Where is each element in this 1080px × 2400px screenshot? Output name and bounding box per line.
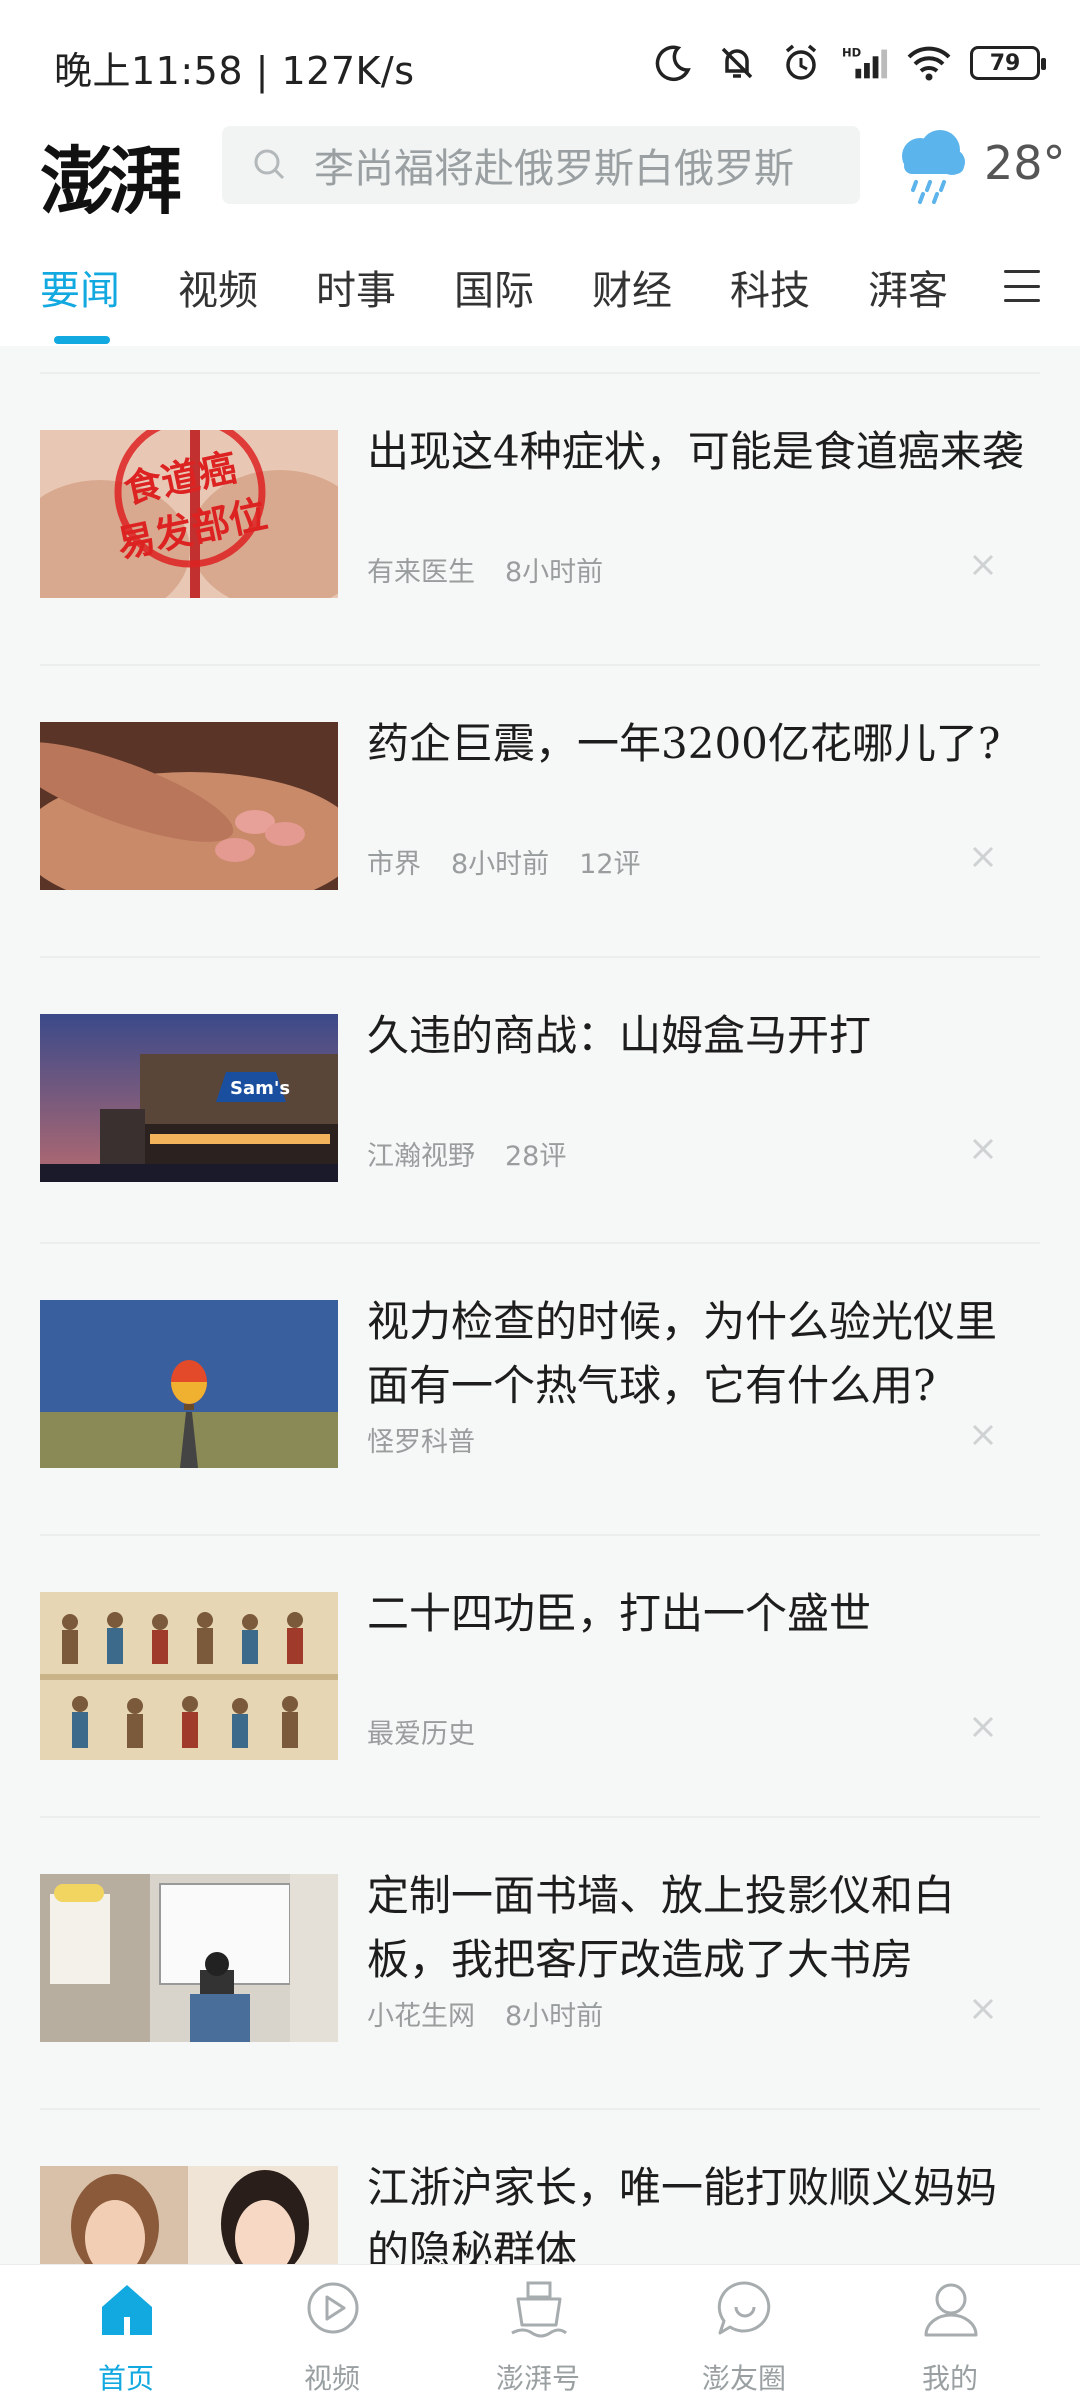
weather-rain-icon[interactable] <box>890 124 970 208</box>
app-logo[interactable]: 澎湃 <box>40 122 182 229</box>
article-source[interactable]: 最爱历史 <box>367 1719 475 1750</box>
article-thumbnail <box>40 1300 338 1468</box>
tab-keji[interactable]: 科技 <box>730 258 810 316</box>
nav-pengpaihao[interactable]: 澎湃号 <box>430 2265 646 2400</box>
signal-hd-icon: HD <box>842 40 888 86</box>
search-icon <box>254 149 285 180</box>
article-title[interactable]: 药企巨震，一年3200亿花哪儿了? <box>367 712 1027 776</box>
tab-caijing[interactable]: 财经 <box>592 258 672 316</box>
nav-pengyouquan[interactable]: 澎友圈 <box>636 2265 852 2400</box>
article-thumbnail: Sam's <box>40 1014 338 1182</box>
nav-label: 澎湃号 <box>495 2362 580 2395</box>
tab-yaowen[interactable]: 要闻 <box>40 258 120 316</box>
search-placeholder: 李尚福将赴俄罗斯白俄罗斯 <box>314 146 794 192</box>
dismiss-x-icon[interactable] <box>968 550 998 580</box>
article-thumbnail <box>40 1874 338 2042</box>
status-time: 晚上11:58 | 127K/s <box>54 49 415 93</box>
user-icon <box>924 2283 978 2337</box>
nav-label: 首页 <box>97 2362 154 2395</box>
article-time: 8小时前 <box>451 849 550 880</box>
article-title[interactable]: 久违的商战：山姆盒马开打 <box>367 1004 1027 1068</box>
dismiss-x-icon[interactable] <box>968 1994 998 2024</box>
status-icons: HD 79 <box>650 38 1046 88</box>
article-title[interactable]: 出现这4种症状，可能是食道癌来袭 <box>367 420 1027 484</box>
article-source[interactable]: 小花生网 <box>367 2001 475 2032</box>
temperature: 28° <box>984 136 1066 190</box>
article-meta: 市界 8小时前 12评 <box>367 842 671 881</box>
article-meta: 怪罗科普 <box>367 1420 505 1459</box>
article-meta: 最爱历史 <box>367 1712 505 1751</box>
article-source[interactable]: 怪罗科普 <box>367 1427 475 1458</box>
article-meta: 小花生网 8小时前 <box>367 1994 633 2033</box>
article-thumbnail: 食道癌 易发部位 <box>40 430 338 598</box>
divider <box>40 1242 1040 1244</box>
article-title[interactable]: 二十四功臣，打出一个盛世 <box>367 1582 1027 1646</box>
divider <box>40 372 1040 374</box>
nav-label: 视频 <box>303 2362 360 2395</box>
article-meta: 有来医生 8小时前 <box>367 550 633 589</box>
top-header: 澎湃 李尚福将赴俄罗斯白俄罗斯 28° <box>0 118 1080 225</box>
tab-paike[interactable]: 湃客 <box>868 258 948 316</box>
bell-muted-icon <box>714 40 760 86</box>
battery-level: 79 <box>989 50 1021 76</box>
article-title[interactable]: 视力检查的时候，为什么验光仪里面有一个热气球，它有什么用? <box>367 1290 1027 1418</box>
nav-video[interactable]: 视频 <box>224 2265 440 2400</box>
bottom-navigation: 首页 视频 澎湃号 澎友圈 我的 <box>0 2264 1080 2400</box>
article-title[interactable]: 江浙沪家长，唯一能打败顺义妈妈的隐秘群体 <box>367 2156 1027 2264</box>
article-source[interactable]: 江瀚视野 <box>367 1141 475 1172</box>
divider <box>40 664 1040 666</box>
channel-menu-icon[interactable] <box>1004 270 1040 302</box>
battery-indicator: 79 <box>970 46 1046 80</box>
nav-home[interactable]: 首页 <box>18 2265 234 2400</box>
active-tab-indicator <box>54 336 110 344</box>
ship-icon <box>511 2281 567 2338</box>
news-feed[interactable]: 食道癌 易发部位 出现这4种症状，可能是食道癌来袭 有来医生 8小时前 药企巨震，… <box>0 346 1080 2264</box>
divider <box>40 956 1040 958</box>
video-play-icon <box>307 2282 359 2334</box>
nav-label: 我的 <box>921 2362 978 2395</box>
tab-shishi[interactable]: 时事 <box>316 258 396 316</box>
dismiss-x-icon[interactable] <box>968 1420 998 1450</box>
article-time: 8小时前 <box>505 557 604 588</box>
channel-tabs: 要闻 视频 时事 国际 财经 科技 湃客 <box>0 214 1080 346</box>
alarm-icon <box>778 40 824 86</box>
dismiss-x-icon[interactable] <box>968 842 998 872</box>
article-time: 8小时前 <box>505 2001 604 2032</box>
home-icon <box>102 2285 152 2335</box>
tab-shipin[interactable]: 视频 <box>178 258 258 316</box>
status-bar: 晚上11:58 | 127K/s HD 79 <box>0 0 1080 118</box>
search-bar[interactable]: 李尚福将赴俄罗斯白俄罗斯 <box>222 126 860 204</box>
divider <box>40 2108 1040 2110</box>
dismiss-x-icon[interactable] <box>968 1712 998 1742</box>
svg-text:HD: HD <box>842 45 861 59</box>
article-title[interactable]: 定制一面书墙、放上投影仪和白板，我把客厅改造成了大书房 <box>367 1864 1027 1992</box>
article-source[interactable]: 市界 <box>367 849 421 880</box>
thumb-text-sams: Sam's <box>230 1078 290 1099</box>
tab-guoji[interactable]: 国际 <box>454 258 534 316</box>
wifi-icon <box>906 40 952 86</box>
dismiss-x-icon[interactable] <box>968 1134 998 1164</box>
article-thumbnail <box>40 2166 338 2264</box>
divider <box>40 1534 1040 1536</box>
article-source[interactable]: 有来医生 <box>367 557 475 588</box>
divider <box>40 1816 1040 1818</box>
chat-bubble-icon <box>717 2281 771 2335</box>
article-comments: 28评 <box>505 1141 567 1172</box>
article-comments: 12评 <box>579 849 641 880</box>
article-thumbnail <box>40 1592 338 1760</box>
nav-mine[interactable]: 我的 <box>842 2265 1058 2400</box>
article-meta: 江瀚视野 28评 <box>367 1134 596 1173</box>
moon-icon <box>650 40 696 86</box>
nav-label: 澎友圈 <box>701 2362 786 2395</box>
article-thumbnail <box>40 722 338 890</box>
